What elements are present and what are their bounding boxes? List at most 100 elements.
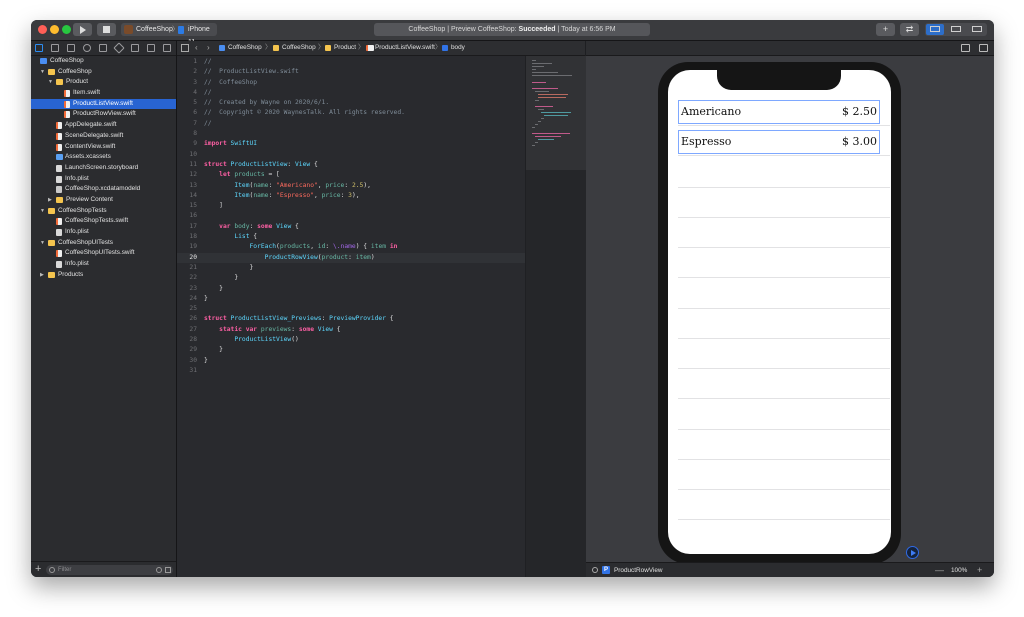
minimize-window-button[interactable] (50, 25, 59, 34)
minimap-line (535, 124, 538, 125)
preview-name-label[interactable]: ProductRowView (614, 563, 663, 577)
tree-item[interactable]: AppDelegate.swift (31, 120, 176, 131)
scheme-selector[interactable]: CoffeeShop 〉 iPhone 11 (121, 23, 217, 46)
folder-icon (48, 239, 55, 246)
report-icon[interactable] (163, 44, 171, 52)
tree-item-label: CoffeeShop (58, 67, 92, 75)
search-icon[interactable] (83, 44, 91, 52)
zoom-in-button[interactable]: + (977, 563, 982, 577)
source-control-icon[interactable] (51, 44, 59, 52)
tree-item[interactable]: ▼ CoffeeShopTests (31, 206, 176, 217)
breadcrumb-group[interactable]: CoffeeShop (282, 41, 316, 55)
code-text: // (204, 119, 212, 127)
code-line: 30} (177, 356, 525, 366)
swift-file-icon (56, 132, 62, 140)
tree-item[interactable]: ▼ CoffeeShop (31, 67, 176, 78)
source-control-filter-icon[interactable] (165, 567, 171, 573)
inspector-panel-icon (972, 26, 982, 32)
tree-item[interactable]: ▶ Products (31, 270, 176, 281)
minimap-line (541, 112, 571, 113)
toggle-inspector-button[interactable] (968, 24, 986, 35)
tree-item[interactable]: ProductRowView.swift (31, 109, 176, 120)
disclosure-down-icon[interactable]: ▼ (40, 238, 46, 249)
disclosure-down-icon[interactable]: ▼ (40, 67, 46, 78)
symbol-icon[interactable] (67, 44, 75, 52)
code-line: 1// (177, 57, 525, 67)
back-arrow-icon[interactable]: ‹ (195, 41, 198, 55)
recent-files-icon[interactable] (156, 567, 162, 573)
zoom-window-button[interactable] (62, 25, 71, 34)
tree-item[interactable]: CoffeeShop (31, 56, 176, 67)
code-line-current: 20 ProductRowView(product: item) (177, 252, 525, 263)
warning-icon[interactable] (99, 44, 107, 52)
disclosure-down-icon[interactable]: ▼ (40, 206, 46, 217)
live-preview-play-button[interactable] (906, 546, 919, 559)
stop-button[interactable] (97, 23, 116, 36)
tree-item-label: CoffeeShopTests (58, 206, 107, 214)
chevron-right-icon: 〉 (318, 44, 325, 51)
breadcrumb-subgroup[interactable]: Product (334, 41, 356, 55)
zoom-level[interactable]: 100% (951, 563, 967, 577)
minimap-line (532, 63, 552, 64)
tree-item-selected[interactable]: ProductListView.swift (31, 98, 176, 110)
tree-item[interactable]: Info.plist (31, 259, 176, 270)
library-button[interactable]: + (876, 23, 895, 36)
add-editor-icon[interactable] (979, 44, 988, 52)
forward-arrow-icon[interactable]: › (207, 41, 210, 55)
product-row-americano[interactable]: Americano $ 2.50 (678, 100, 880, 124)
product-row-espresso[interactable]: Espresso $ 3.00 (678, 130, 880, 154)
add-file-button[interactable]: + (35, 563, 41, 575)
disclosure-down-icon[interactable]: ▼ (48, 77, 54, 88)
code-area[interactable]: 1// 2// ProductListView.swift 3// Coffee… (177, 57, 525, 376)
folder-icon (48, 207, 55, 214)
breadcrumb-file[interactable]: ProductListView.swift (375, 41, 435, 55)
run-button[interactable] (73, 23, 92, 36)
close-window-button[interactable] (38, 25, 47, 34)
breadcrumb-symbol[interactable]: body (451, 41, 465, 55)
code-line: 11 struct ProductListView: View { (177, 160, 525, 170)
code-line: 15 ] (177, 201, 525, 211)
folder-icon[interactable] (35, 44, 43, 52)
minimap-line (532, 145, 535, 146)
list-separator (678, 125, 890, 126)
minimap-viewport[interactable] (526, 56, 586, 170)
code-review-button[interactable]: ⇄ (900, 23, 919, 36)
disclosure-right-icon[interactable]: ▶ (40, 270, 46, 281)
iphone-icon (178, 26, 184, 34)
tree-item[interactable]: ▶ Preview Content (31, 195, 176, 206)
code-text: Item(name: "Espresso", price: 3), (234, 191, 360, 199)
test-icon[interactable] (113, 42, 125, 54)
toggle-navigator-button[interactable] (926, 24, 944, 35)
minimap-line (532, 72, 558, 73)
related-items-icon[interactable] (181, 44, 189, 52)
breadcrumb-project[interactable]: CoffeeShop (228, 41, 262, 55)
tree-item[interactable]: ▼ CoffeeShopUITests (31, 238, 176, 249)
tree-item[interactable]: SceneDelegate.swift (31, 131, 176, 142)
pin-icon[interactable] (592, 567, 598, 573)
tree-item[interactable]: ▼ Product (31, 77, 176, 88)
chevron-right-icon: 〉 (435, 44, 442, 51)
inspector-toggle-icon[interactable] (961, 44, 970, 52)
code-line: 26 struct ProductListView_Previews: Previ… (177, 314, 525, 324)
tree-item[interactable]: ContentView.swift (31, 142, 176, 153)
folder-icon (56, 79, 63, 86)
filter-input[interactable]: Filter (46, 565, 173, 575)
tree-item-label: Product (66, 78, 89, 86)
tree-item[interactable]: Info.plist (31, 174, 176, 185)
tree-item[interactable]: CoffeeShopUITests.swift (31, 248, 176, 259)
disclosure-right-icon[interactable]: ▶ (48, 195, 54, 206)
zoom-out-button[interactable]: — (935, 563, 944, 577)
toggle-debug-area-button[interactable] (947, 24, 965, 35)
breakpoint-icon[interactable] (147, 44, 155, 52)
debug-icon[interactable] (131, 44, 139, 52)
tree-item[interactable]: LaunchScreen.storyboard (31, 163, 176, 174)
minimap-line (532, 88, 558, 89)
list-separator (678, 368, 890, 369)
tree-item[interactable]: CoffeeShop.xcdatamodeld (31, 184, 176, 195)
tree-item[interactable]: Info.plist (31, 227, 176, 238)
tree-item[interactable]: Item.swift (31, 88, 176, 99)
minimap[interactable] (525, 56, 586, 577)
folder-icon (273, 45, 279, 51)
tree-item[interactable]: CoffeeShopTests.swift (31, 216, 176, 227)
tree-item[interactable]: Assets.xcassets (31, 152, 176, 163)
